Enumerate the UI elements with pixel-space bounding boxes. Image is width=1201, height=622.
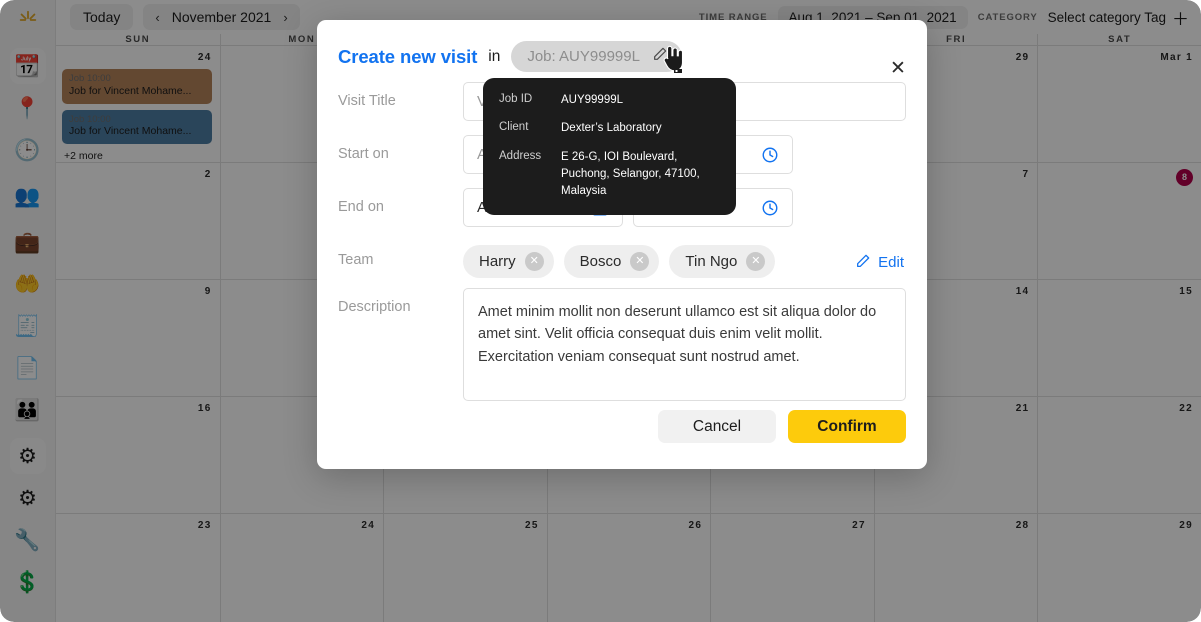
tooltip-row: Job ID AUY99999L xyxy=(499,92,720,109)
team-edit-button[interactable]: Edit xyxy=(855,247,906,273)
description-label: Description xyxy=(338,299,411,315)
pointing-hand-cursor xyxy=(659,44,685,78)
tooltip-key: Job ID xyxy=(499,93,533,105)
team-label: Team xyxy=(338,252,374,268)
dialog-title-connector: in xyxy=(488,47,501,65)
team-chip[interactable]: Bosco ✕ xyxy=(563,245,660,278)
clock-icon[interactable] xyxy=(761,199,779,217)
tooltip-key: Client xyxy=(499,121,529,134)
job-chip[interactable]: Job: AUY99999L xyxy=(511,41,682,72)
remove-circle-icon[interactable]: ✕ xyxy=(630,252,650,271)
job-info-tooltip: Job ID AUY99999L Client Dexter’s Laboratory… xyxy=(483,78,736,216)
tooltip-row: Address E 26-G, IOI Boulevard, Puchong, S… xyxy=(499,149,720,201)
close-icon[interactable]: ✕ xyxy=(887,57,909,79)
description-textarea[interactable]: Amet minim mollit non deserunt ullamco e… xyxy=(463,288,906,401)
pencil-icon xyxy=(855,253,871,273)
team-chip[interactable]: Tin Ngo ✕ xyxy=(669,245,776,278)
team-chip-label: Bosco xyxy=(579,253,622,270)
confirm-button[interactable]: Confirm xyxy=(788,410,906,443)
tooltip-row: Client Dexter’s Laboratory xyxy=(499,120,720,137)
clock-icon[interactable] xyxy=(761,146,779,164)
tooltip-value: E 26-G, IOI Boulevard, Puchong, Selangor… xyxy=(561,150,700,198)
dialog-title: Create new visit xyxy=(338,45,478,67)
dialog-footer: Cancel Confirm xyxy=(317,401,927,443)
tooltip-value: Dexter’s Laboratory xyxy=(561,122,662,135)
remove-circle-icon[interactable]: ✕ xyxy=(524,252,544,271)
description-row: Description Amet minim mollit non deseru… xyxy=(317,288,927,401)
start-on-label: Start on xyxy=(338,146,389,162)
team-chip-list: Harry ✕ Bosco ✕ Tin Ngo ✕ xyxy=(463,241,845,278)
cancel-button[interactable]: Cancel xyxy=(658,410,776,443)
team-row: Team Harry ✕ Bosco ✕ Tin Ngo ✕ Edit xyxy=(317,241,927,278)
job-chip-label: Job: AUY99999L xyxy=(527,47,640,65)
team-edit-label: Edit xyxy=(878,254,904,271)
end-on-label: End on xyxy=(338,199,384,215)
app-window: 📆 📍 🕒 👥 💼 🤲 🧾 📄 👪 ⚙ ⚙ 🔧 💲 Today ‹ November 2021 › TI… xyxy=(0,0,1201,622)
team-chip-label: Harry xyxy=(479,253,516,270)
dialog-header: Create new visit in Job: AUY99999L ✕ xyxy=(317,20,927,82)
tooltip-value: AUY99999L xyxy=(561,94,624,106)
remove-circle-icon[interactable]: ✕ xyxy=(746,252,766,271)
tooltip-key: Address xyxy=(499,149,542,162)
team-chip-label: Tin Ngo xyxy=(685,253,738,270)
team-chip[interactable]: Harry ✕ xyxy=(463,245,554,278)
visit-title-label: Visit Title xyxy=(338,93,396,109)
